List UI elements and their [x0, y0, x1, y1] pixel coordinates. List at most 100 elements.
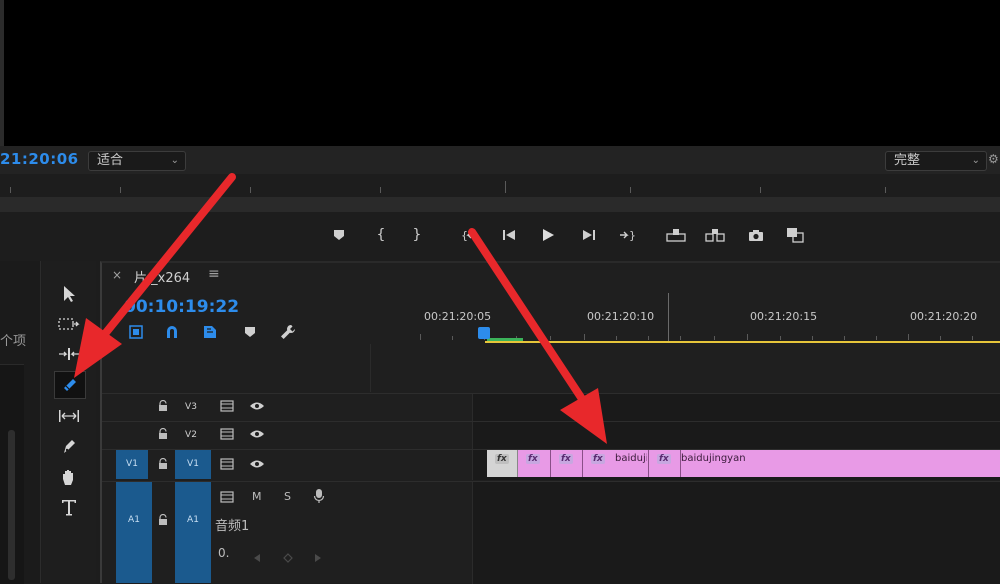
track-a1-content[interactable] — [472, 482, 1000, 584]
track-label-v3[interactable]: V3 — [180, 402, 202, 412]
eye-icon[interactable] — [248, 457, 266, 471]
export-frame-camera-icon[interactable] — [745, 224, 767, 246]
ripple-edit-tool-icon[interactable] — [54, 341, 84, 367]
ruler-label: 00:21:20:10 — [587, 310, 655, 323]
slip-tool-icon[interactable] — [54, 403, 84, 429]
sequence-timecode[interactable]: 00:10:19:22 — [124, 297, 239, 317]
sync-lock-film-icon[interactable] — [218, 427, 236, 441]
fx-badge[interactable]: fx — [559, 454, 573, 464]
zoom-level-select[interactable]: 适合 ⌄ — [88, 151, 186, 171]
tools-panel — [42, 261, 96, 583]
previous-keyframe-icon[interactable] — [253, 548, 263, 562]
svg-text:{: { — [461, 229, 468, 241]
ruler-label: 00:21:20:05 — [424, 310, 492, 323]
pen-tool-icon[interactable] — [54, 434, 84, 460]
selection-tool-icon[interactable] — [54, 281, 84, 307]
linked-selection-icon[interactable] — [200, 322, 220, 342]
monitor-zoom-scrollbar[interactable] — [0, 198, 1000, 212]
razor-tool-icon[interactable] — [54, 371, 86, 399]
source-patch-a1[interactable]: A1 — [116, 482, 152, 583]
track-v3-content[interactable] — [472, 394, 1000, 422]
fx-badge[interactable]: fx — [526, 454, 540, 464]
track-label-v2[interactable]: V2 — [180, 430, 202, 440]
render-status-bar — [487, 338, 523, 341]
ruler-divider — [668, 293, 669, 341]
program-timecode[interactable]: 21:20:06 — [0, 150, 79, 168]
track-header-empty — [102, 344, 370, 392]
svg-text:}: } — [629, 229, 635, 241]
sequence-tab[interactable]: 片 _x264 — [134, 267, 190, 286]
solo-button[interactable]: S — [284, 490, 291, 503]
go-to-in-icon[interactable]: { — [458, 224, 480, 246]
type-tool-icon[interactable] — [54, 494, 84, 520]
track-v2 — [102, 421, 1000, 450]
add-marker-icon[interactable] — [240, 322, 260, 342]
video-clip[interactable]: baidujingyan — [681, 450, 1000, 477]
go-to-out-icon[interactable]: } — [616, 224, 638, 246]
comparison-view-icon[interactable] — [784, 224, 806, 246]
lock-icon[interactable] — [156, 513, 170, 527]
clip-name: baiduji — [615, 453, 647, 464]
playback-quality-select[interactable]: 完整 ⌄ — [885, 151, 987, 171]
eye-icon[interactable] — [248, 427, 266, 441]
track-label-v1[interactable]: V1 — [175, 450, 211, 479]
sync-lock-film-icon[interactable] — [218, 490, 236, 504]
playhead[interactable] — [478, 327, 490, 339]
lift-icon[interactable] — [665, 224, 687, 246]
project-scrollbar[interactable] — [8, 430, 15, 580]
next-keyframe-icon[interactable] — [314, 548, 324, 562]
video-clip[interactable]: fx baiduji — [583, 450, 649, 477]
lock-icon[interactable] — [156, 427, 170, 441]
program-monitor-video — [0, 0, 1000, 146]
track-area-empty — [370, 344, 1000, 392]
tab-close-icon[interactable]: × — [112, 268, 122, 282]
playback-quality-value: 完整 — [894, 153, 921, 168]
track-v2-content[interactable] — [472, 422, 1000, 450]
video-clip[interactable]: fx — [551, 450, 583, 477]
audio-track-name: 音频1 — [215, 519, 250, 534]
play-icon[interactable] — [537, 224, 559, 246]
fx-badge[interactable]: fx — [495, 454, 509, 464]
work-area-bar[interactable] — [485, 341, 1000, 343]
source-patch-v1[interactable]: V1 — [116, 450, 148, 479]
step-back-icon[interactable] — [498, 224, 520, 246]
step-forward-icon[interactable] — [578, 224, 600, 246]
timeline-ruler[interactable]: 00:21:20:05 00:21:20:10 00:21:20:15 00:2… — [370, 300, 1000, 344]
ruler-label: 00:21:20:15 — [750, 310, 818, 323]
ruler-label: 00:21:20:20 — [910, 310, 978, 323]
timeline-toolbar — [122, 322, 302, 344]
snap-magnet-icon[interactable] — [162, 322, 182, 342]
eye-icon[interactable] — [248, 399, 266, 413]
monitor-edge — [0, 0, 4, 146]
transport-controls: { } { } — [0, 212, 1000, 260]
project-item-count: 个项 — [0, 334, 27, 349]
mute-button[interactable]: M — [252, 490, 262, 503]
clip-name: baidujingyan — [681, 453, 746, 464]
settings-wrench-icon[interactable]: ⚙ — [988, 152, 999, 166]
sync-lock-film-icon[interactable] — [218, 457, 236, 471]
add-keyframe-icon[interactable] — [283, 548, 293, 563]
mark-in-icon[interactable]: { — [370, 224, 392, 246]
sync-lock-film-icon[interactable] — [218, 399, 236, 413]
track-volume[interactable]: 0. — [218, 546, 229, 560]
chevron-down-icon: ⌄ — [971, 155, 980, 166]
video-clip[interactable]: fx — [649, 450, 681, 477]
lock-icon[interactable] — [156, 399, 170, 413]
track-select-tool-icon[interactable] — [54, 311, 84, 337]
nest-icon[interactable] — [126, 322, 146, 342]
add-marker-icon[interactable] — [328, 224, 350, 246]
video-clip[interactable]: fx — [518, 450, 551, 477]
tab-menu-icon[interactable]: ≡ — [208, 266, 220, 282]
fx-badge[interactable]: fx — [657, 454, 671, 464]
timeline-settings-wrench-icon[interactable] — [278, 322, 298, 342]
microphone-icon[interactable] — [313, 488, 327, 504]
fx-badge[interactable]: fx — [591, 454, 605, 464]
video-clip[interactable]: fx — [487, 450, 518, 477]
lock-icon[interactable] — [156, 457, 170, 471]
track-label-a1[interactable]: A1 — [175, 482, 211, 583]
mark-out-icon[interactable]: } — [406, 224, 428, 246]
chevron-down-icon: ⌄ — [170, 155, 179, 166]
extract-icon[interactable] — [704, 224, 726, 246]
monitor-ruler[interactable] — [0, 175, 1000, 198]
hand-tool-icon[interactable] — [54, 464, 84, 490]
